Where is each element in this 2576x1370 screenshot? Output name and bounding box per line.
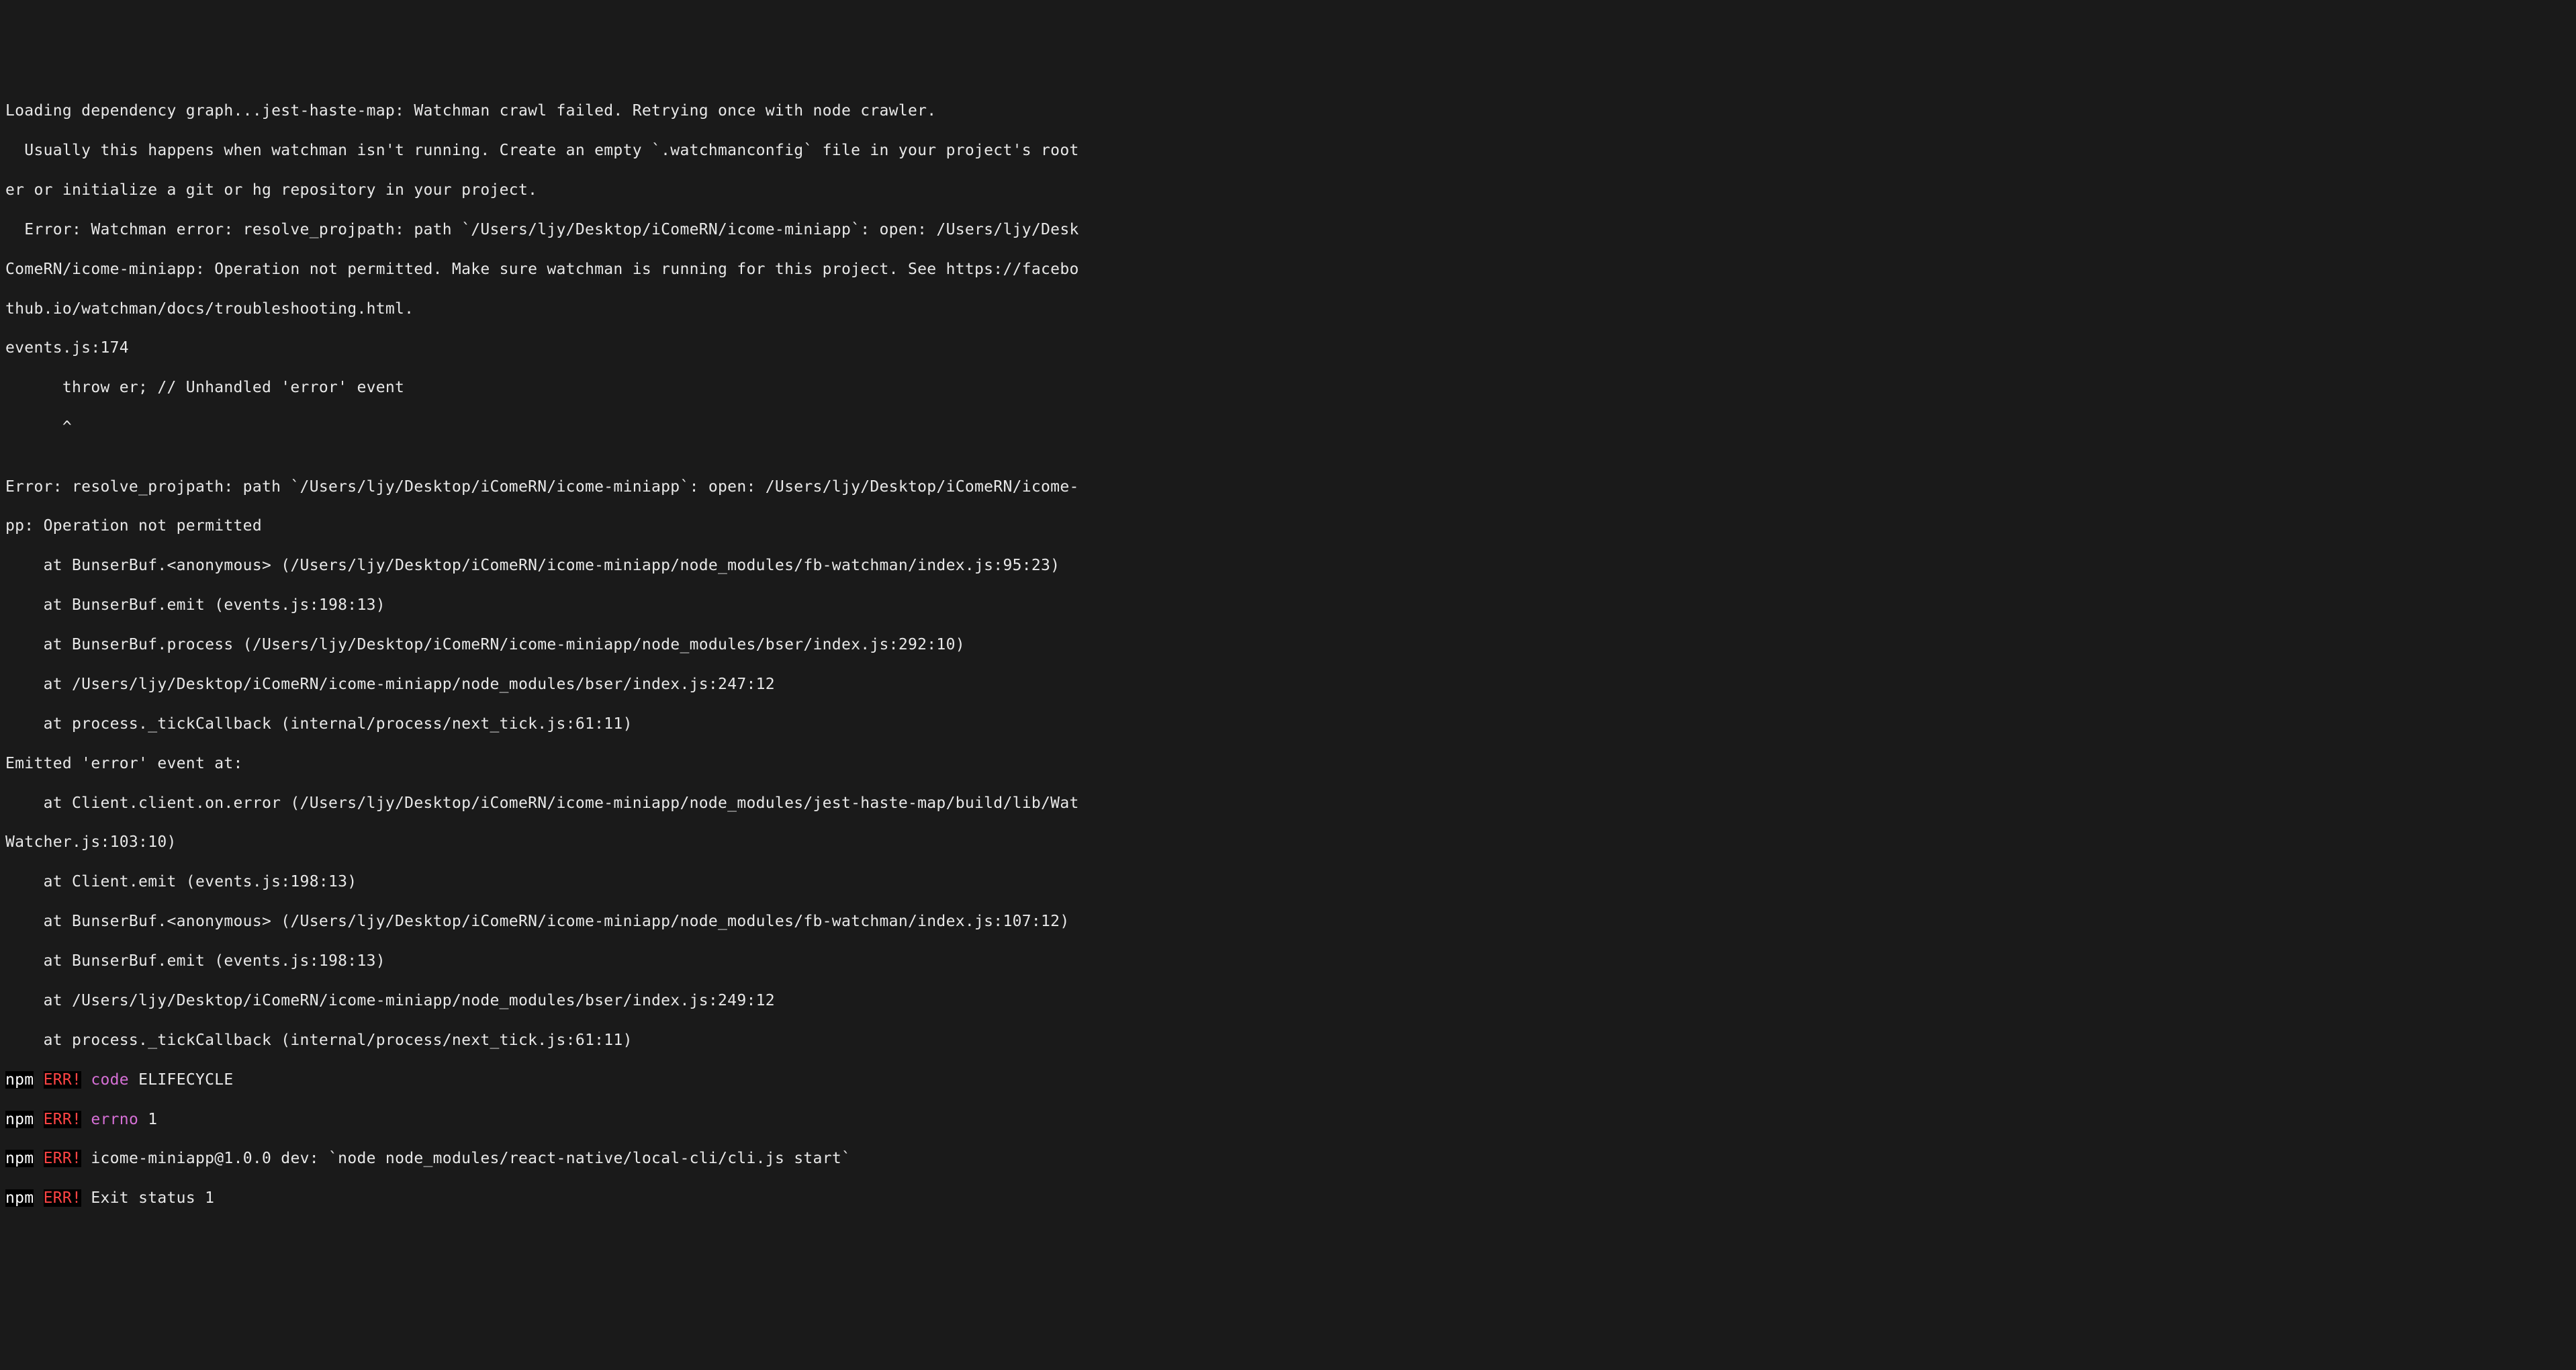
err-label: ERR! <box>44 1111 82 1128</box>
stack-trace-line: at /Users/ljy/Desktop/iComeRN/icome-mini… <box>5 991 2571 1011</box>
output-line: pp: Operation not permitted <box>5 516 2571 536</box>
stack-trace-line: at Client.client.on.error (/Users/ljy/De… <box>5 794 2571 813</box>
npm-label: npm <box>5 1189 34 1207</box>
stack-trace-line: at /Users/ljy/Desktop/iComeRN/icome-mini… <box>5 675 2571 694</box>
npm-error-line: npm ERR! Exit status 1 <box>5 1189 2571 1208</box>
stack-trace-line: Watcher.js:103:10) <box>5 833 2571 852</box>
output-line: throw er; // Unhandled 'error' event <box>5 378 2571 398</box>
npm-label: npm <box>5 1150 34 1167</box>
err-value: icome-miniapp@1.0.0 dev: `node node_modu… <box>91 1150 851 1167</box>
npm-error-line: npm ERR! code ELIFECYCLE <box>5 1070 2571 1090</box>
stack-trace-line: at BunserBuf.<anonymous> (/Users/ljy/Des… <box>5 912 2571 931</box>
stack-trace-line: at BunserBuf.emit (events.js:198:13) <box>5 952 2571 971</box>
output-line: Loading dependency graph...jest-haste-ma… <box>5 101 2571 121</box>
output-line: Error: Watchman error: resolve_projpath:… <box>5 220 2571 240</box>
err-key: errno <box>91 1111 138 1128</box>
output-line: er or initialize a git or hg repository … <box>5 181 2571 200</box>
err-label: ERR! <box>44 1189 82 1207</box>
output-line: ComeRN/icome-miniapp: Operation not perm… <box>5 260 2571 279</box>
output-line: Emitted 'error' event at: <box>5 754 2571 774</box>
npm-label: npm <box>5 1111 34 1128</box>
output-line: thub.io/watchman/docs/troubleshooting.ht… <box>5 300 2571 319</box>
stack-trace-line: at BunserBuf.<anonymous> (/Users/ljy/Des… <box>5 556 2571 576</box>
output-line: Error: resolve_projpath: path `/Users/lj… <box>5 477 2571 497</box>
npm-error-line: npm ERR! errno 1 <box>5 1110 2571 1130</box>
stack-trace-line: at BunserBuf.process (/Users/ljy/Desktop… <box>5 635 2571 655</box>
err-label: ERR! <box>44 1150 82 1167</box>
output-line: ^ <box>5 418 2571 437</box>
stack-trace-line: at process._tickCallback (internal/proce… <box>5 1031 2571 1050</box>
stack-trace-line: at BunserBuf.emit (events.js:198:13) <box>5 596 2571 615</box>
terminal-output[interactable]: Loading dependency graph...jest-haste-ma… <box>5 82 2571 1228</box>
npm-label: npm <box>5 1071 34 1089</box>
err-label: ERR! <box>44 1071 82 1089</box>
err-key: code <box>91 1071 129 1089</box>
err-value: Exit status 1 <box>91 1189 214 1207</box>
output-line: events.js:174 <box>5 338 2571 358</box>
err-value: 1 <box>148 1111 157 1128</box>
err-value: ELIFECYCLE <box>138 1071 233 1089</box>
output-line: Usually this happens when watchman isn't… <box>5 141 2571 161</box>
stack-trace-line: at Client.emit (events.js:198:13) <box>5 872 2571 892</box>
stack-trace-line: at process._tickCallback (internal/proce… <box>5 715 2571 734</box>
npm-error-line: npm ERR! icome-miniapp@1.0.0 dev: `node … <box>5 1149 2571 1169</box>
